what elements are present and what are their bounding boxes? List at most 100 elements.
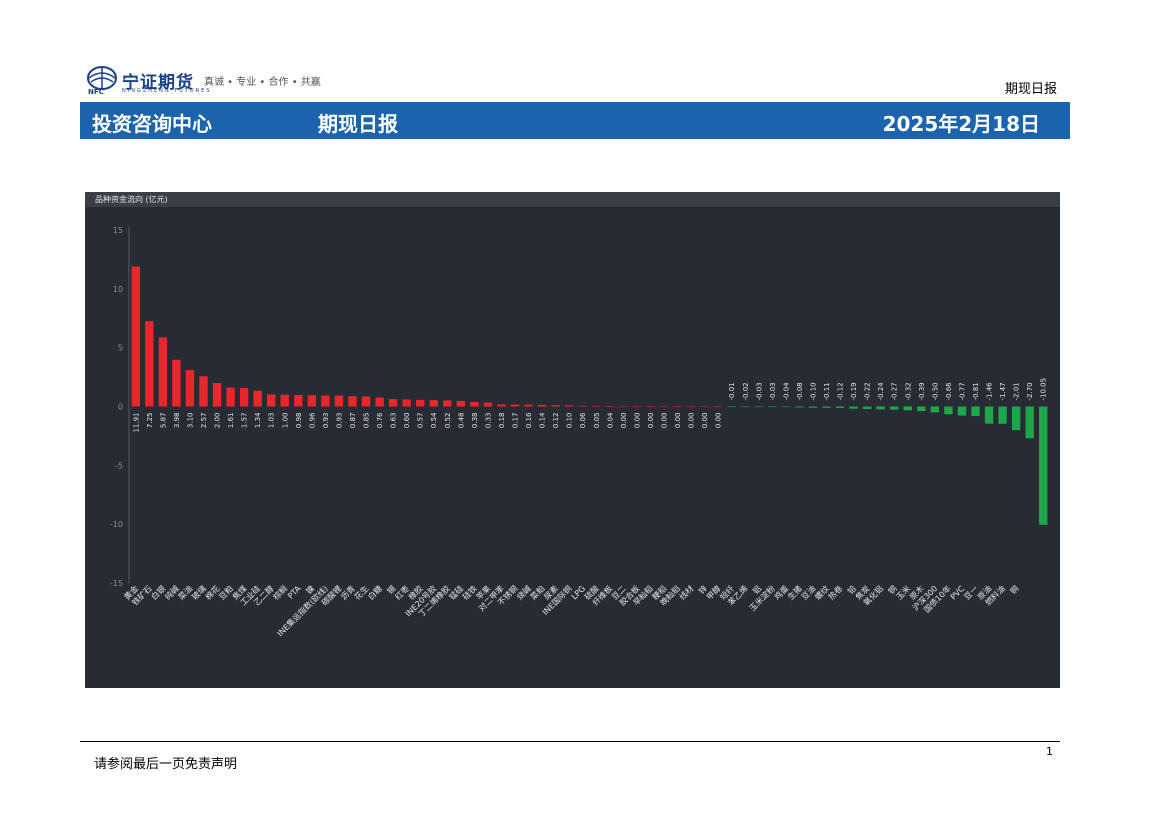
bar-37 xyxy=(619,406,628,408)
x-tick-label: 白糖 xyxy=(366,583,384,601)
data-label: 0.12 xyxy=(552,413,560,429)
bar-39 xyxy=(646,406,655,408)
y-tick-label: 15 xyxy=(113,226,123,235)
chart-title-strip xyxy=(85,192,1060,207)
data-label: 0.00 xyxy=(701,413,709,429)
data-label: 0.85 xyxy=(363,413,371,429)
data-label: 0.33 xyxy=(484,413,492,429)
bar-28 xyxy=(497,404,506,407)
x-tick-label: 线材 xyxy=(677,583,695,601)
doc-type-label: 期现日报 xyxy=(1004,82,1057,97)
data-label: 1.34 xyxy=(254,412,262,428)
data-label: -0.11 xyxy=(823,382,831,400)
bar-17 xyxy=(348,396,357,407)
data-label: 3.10 xyxy=(186,413,194,429)
data-label: -0.03 xyxy=(769,382,777,400)
x-tick-label: 热卷 xyxy=(826,583,844,601)
data-label: -0.39 xyxy=(918,382,926,400)
bar-49 xyxy=(781,406,791,408)
report-date: 2025年2月18日 xyxy=(882,112,1040,136)
bar-1 xyxy=(131,266,140,407)
y-tick-label: -10 xyxy=(110,520,123,529)
bar-16 xyxy=(334,395,344,407)
y-tick-label: -15 xyxy=(110,579,123,588)
data-label: 0.06 xyxy=(579,412,587,428)
bar-25 xyxy=(456,400,466,407)
bar-43 xyxy=(700,406,709,408)
bar-54 xyxy=(849,406,858,409)
bar-29 xyxy=(510,404,520,407)
data-label: -1.47 xyxy=(999,382,1007,400)
fund-flow-chart: 15 10 5 0 -5 -10 -15 11.91 黄金 7.25 铁矿石 5.87 白银 3.98 纯碱… xyxy=(85,192,1060,688)
bar-6 xyxy=(199,376,208,407)
data-label: 0.93 xyxy=(335,413,343,429)
x-tick-label: 纯碱 xyxy=(162,583,180,601)
report-title: 期现日报 xyxy=(318,112,398,136)
x-tick-label: 棕榈 xyxy=(271,583,289,601)
bar-21 xyxy=(402,399,411,407)
data-label: 0.14 xyxy=(539,412,547,428)
x-tick-label: 鸡蛋 xyxy=(772,583,790,601)
data-label: 1.03 xyxy=(268,413,276,429)
data-label: -0.04 xyxy=(782,382,790,401)
x-tick-label: 花生 xyxy=(352,583,370,601)
x-tick-label: 玉米淀粉 xyxy=(747,583,777,613)
y-tick-label: -5 xyxy=(115,461,123,470)
data-label: -0.10 xyxy=(809,382,817,400)
data-label: 0.38 xyxy=(471,413,479,429)
company-logo: NFC 宁证期货 真诚 • 专业 • 合作 • 共赢 NINGZHENG FUT… xyxy=(86,66,346,98)
data-label: -0.03 xyxy=(755,382,763,400)
bar-33 xyxy=(564,405,574,407)
data-label: -0.27 xyxy=(891,382,899,400)
bar-13 xyxy=(294,394,303,407)
bar-4 xyxy=(172,359,181,407)
data-label: 0.54 xyxy=(430,412,438,428)
data-label: 0.57 xyxy=(417,413,425,429)
bar-18 xyxy=(361,396,371,407)
data-label: 1.57 xyxy=(241,413,249,429)
bar-62 xyxy=(957,406,967,416)
chart-canvas: 151050-5-10-1511.91黄金7.25铁矿石5.87白银3.98纯碱… xyxy=(85,192,1060,638)
data-label: 0.52 xyxy=(444,413,452,429)
data-label: -0.77 xyxy=(958,382,966,400)
data-label: 0.00 xyxy=(620,413,628,429)
data-label: 0.63 xyxy=(390,413,398,429)
bar-48 xyxy=(768,406,777,408)
bar-36 xyxy=(605,406,615,407)
logo-slogan: 真诚 • 专业 • 合作 • 共赢 xyxy=(204,77,321,88)
bar-8 xyxy=(226,387,235,407)
bar-58 xyxy=(903,406,912,411)
x-tick-label: 豆粕 xyxy=(217,583,235,601)
data-label: 2.00 xyxy=(214,413,222,429)
bar-31 xyxy=(537,404,547,407)
bar-24 xyxy=(443,400,452,407)
data-label: 0.87 xyxy=(349,413,357,429)
data-label: 0.00 xyxy=(660,413,668,429)
data-label: 3.98 xyxy=(173,413,181,429)
bar-12 xyxy=(280,394,289,407)
data-label: 1.00 xyxy=(281,413,289,429)
data-label: -0.08 xyxy=(796,382,804,400)
data-label: -0.01 xyxy=(728,382,736,400)
bar-14 xyxy=(307,395,317,407)
data-label: -0.19 xyxy=(850,382,858,400)
bar-44 xyxy=(713,406,723,408)
bar-2 xyxy=(145,321,154,407)
data-label: 0.17 xyxy=(512,413,520,429)
data-label: -0.66 xyxy=(945,382,953,401)
bar-51 xyxy=(808,406,818,408)
x-tick-label: 锰硅 xyxy=(447,583,465,601)
data-label: -1.46 xyxy=(986,382,994,401)
chart-title: 品种资金流向 (亿元) xyxy=(95,195,168,204)
bar-67 xyxy=(1025,406,1034,439)
bar-5 xyxy=(185,370,195,407)
x-tick-label: 棉花 xyxy=(203,583,221,601)
data-label: 2.57 xyxy=(200,413,208,429)
data-label: 0.05 xyxy=(593,413,601,429)
bar-7 xyxy=(212,382,222,407)
footer-divider xyxy=(80,741,1060,742)
data-label: -0.24 xyxy=(877,382,885,401)
bar-66 xyxy=(1011,406,1021,431)
bar-61 xyxy=(944,406,953,415)
bar-30 xyxy=(524,404,533,407)
